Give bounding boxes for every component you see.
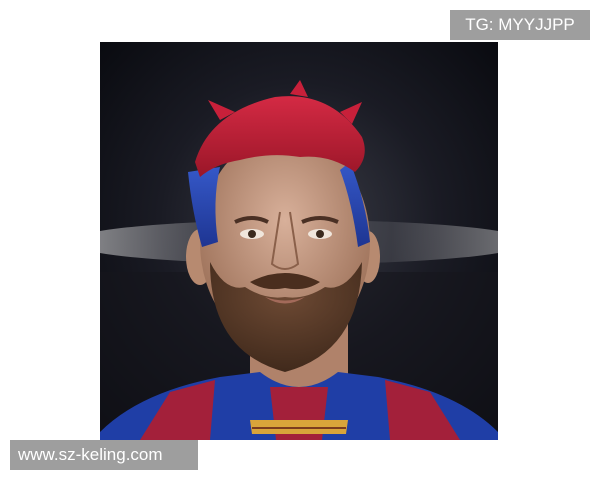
- watermark-website: www.sz-keling.com: [10, 440, 198, 470]
- watermark-telegram: TG: MYYJJPP: [450, 10, 590, 40]
- right-pupil: [316, 230, 324, 238]
- portrait-illustration: [100, 42, 498, 440]
- left-pupil: [248, 230, 256, 238]
- portrait-photo: [100, 42, 498, 440]
